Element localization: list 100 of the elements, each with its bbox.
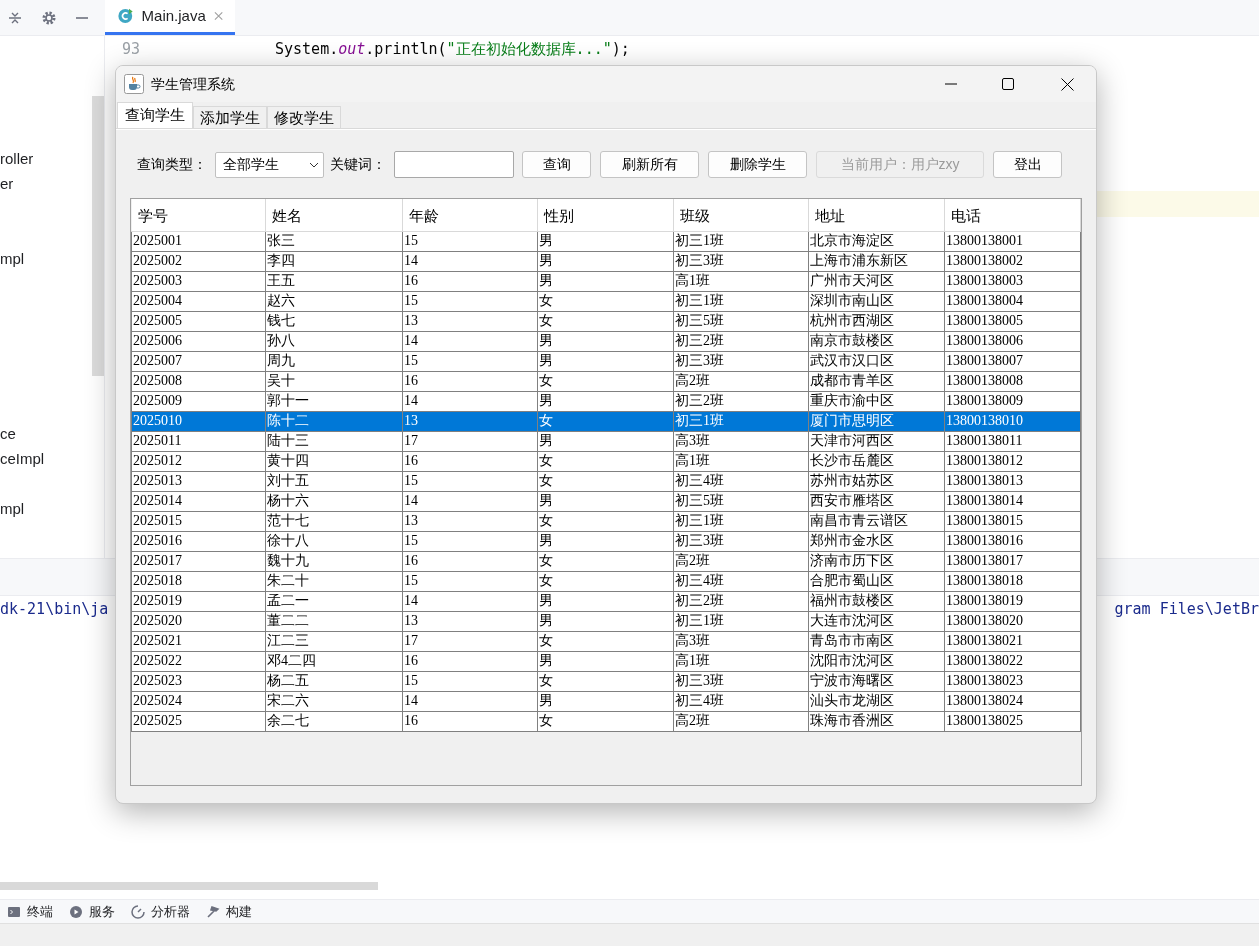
hammer-icon[interactable]: [206, 904, 220, 919]
query-type-dropdown[interactable]: 全部学生: [215, 151, 324, 178]
table-cell: 2025005: [131, 311, 266, 331]
table-row[interactable]: 2025008 吴十 16 女 高2班 成都市青羊区 13800138008: [131, 371, 1081, 391]
table-cell: 13800138002: [944, 251, 1081, 271]
class-icon: [117, 7, 134, 25]
table-cell: 13: [402, 311, 538, 331]
editor-tab[interactable]: Main.java: [105, 0, 235, 35]
table-cell: 15: [402, 571, 538, 591]
table-cell: 初三2班: [673, 591, 809, 611]
settings-icon[interactable]: [41, 9, 57, 26]
table-cell: 16: [402, 371, 538, 391]
table-row[interactable]: 2025006 孙八 14 男 初三2班 南京市鼓楼区 13800138006: [131, 331, 1081, 351]
table-row[interactable]: 2025018 朱二十 15 女 初三4班 合肥市蜀山区 13800138018: [131, 571, 1081, 591]
current-user-field: 当前用户：用户zxy: [816, 151, 984, 178]
scrollbar[interactable]: [92, 96, 104, 376]
table-row[interactable]: 2025011 陆十三 17 男 高3班 天津市河西区 13800138011: [131, 431, 1081, 451]
table-row[interactable]: 2025012 黄十四 16 女 高1班 长沙市岳麓区 13800138012: [131, 451, 1081, 471]
tool-window-button[interactable]: 服务: [89, 901, 115, 922]
table-cell: 郑州市金水区: [808, 531, 945, 551]
toolbar-button[interactable]: 刷新所有: [600, 151, 699, 178]
gauge-icon[interactable]: [131, 904, 145, 919]
table-cell: 13800138017: [944, 551, 1081, 571]
toolbar-button[interactable]: 删除学生: [708, 151, 807, 178]
table-cell: 高1班: [673, 651, 809, 671]
tool-window-button[interactable]: 分析器: [151, 901, 190, 922]
column-header[interactable]: 电话: [944, 199, 1081, 231]
table-cell: 13: [402, 511, 538, 531]
tab[interactable]: 添加学生: [193, 106, 267, 128]
table-row[interactable]: 2025024 宋二六 14 男 初三4班 汕头市龙湖区 13800138024: [131, 691, 1081, 711]
table-row[interactable]: 2025014 杨十六 14 男 初三5班 西安市雁塔区 13800138014: [131, 491, 1081, 511]
table-cell: 长沙市岳麓区: [808, 451, 945, 471]
table-cell: 南京市鼓楼区: [808, 331, 945, 351]
tree-item[interactable]: roller: [0, 146, 92, 171]
tree-item[interactable]: mpl: [0, 246, 92, 271]
table-cell: 初三2班: [673, 391, 809, 411]
logout-button[interactable]: 登出: [993, 151, 1062, 178]
close-icon[interactable]: [1061, 77, 1074, 91]
tree-item[interactable]: er: [0, 171, 92, 196]
table-row[interactable]: 2025004 赵六 15 女 初三1班 深圳市南山区 13800138004: [131, 291, 1081, 311]
table-cell: 13800138003: [944, 271, 1081, 291]
table-row[interactable]: 2025009 郭十一 14 男 初三2班 重庆市渝中区 13800138009: [131, 391, 1081, 411]
field-label: 查询类型：: [137, 155, 207, 174]
table-cell: 初三3班: [673, 351, 809, 371]
cup-icon: [124, 74, 144, 94]
table-row[interactable]: 2025025 余二七 16 女 高2班 珠海市香洲区 13800138025: [131, 711, 1081, 731]
table-row[interactable]: 2025016 徐十八 15 男 初三3班 郑州市金水区 13800138016: [131, 531, 1081, 551]
table-cell: 高1班: [673, 451, 809, 471]
table-row[interactable]: 2025013 刘十五 15 女 初三4班 苏州市姑苏区 13800138013: [131, 471, 1081, 491]
table-row[interactable]: 2025001 张三 15 男 初三1班 北京市海淀区 13800138001: [131, 231, 1081, 251]
table-cell: 15: [402, 351, 538, 371]
table-cell: 宁波市海曙区: [808, 671, 945, 691]
tab[interactable]: 查询学生: [117, 102, 193, 128]
table-row[interactable]: 2025020 董二二 13 男 初三1班 大连市沈河区 13800138020: [131, 611, 1081, 631]
column-header[interactable]: 班级: [673, 199, 809, 231]
tool-window-button[interactable]: 构建: [226, 901, 252, 922]
table-cell: 宋二六: [265, 691, 403, 711]
tree-item[interactable]: mpl: [0, 496, 92, 521]
table-cell: 13800138012: [944, 451, 1081, 471]
line-number: 93: [120, 39, 141, 60]
table-row[interactable]: 2025023 杨二五 15 女 初三3班 宁波市海曙区 13800138023: [131, 671, 1081, 691]
table-row[interactable]: 2025019 孟二一 14 男 初三2班 福州市鼓楼区 13800138019: [131, 591, 1081, 611]
table-cell: 广州市天河区: [808, 271, 945, 291]
table-row[interactable]: 2025007 周九 15 男 初三3班 武汉市汉口区 13800138007: [131, 351, 1081, 371]
column-header[interactable]: 年龄: [402, 199, 538, 231]
table-cell: 13800138020: [944, 611, 1081, 631]
column-header[interactable]: 学号: [131, 199, 266, 231]
table-row[interactable]: 2025010 陈十二 13 女 初三1班 厦门市思明区 13800138010: [131, 411, 1081, 431]
table-cell: 初三1班: [673, 411, 809, 431]
table-row[interactable]: 2025002 李四 14 男 初三3班 上海市浦东新区 13800138002: [131, 251, 1081, 271]
tree-item[interactable]: ce: [0, 421, 92, 446]
table-row[interactable]: 2025017 魏十九 16 女 高2班 济南市历下区 13800138017: [131, 551, 1081, 571]
table-cell: 14: [402, 691, 538, 711]
table-cell: 女: [537, 511, 674, 531]
terminal-icon[interactable]: [7, 904, 21, 919]
play-icon[interactable]: [69, 904, 83, 919]
table-row[interactable]: 2025005 钱七 13 女 初三5班 杭州市西湖区 13800138005: [131, 311, 1081, 331]
keyword-field[interactable]: [394, 151, 514, 178]
table-cell: 15: [402, 291, 538, 311]
table-row[interactable]: 2025021 江二三 17 女 高3班 青岛市市南区 13800138021: [131, 631, 1081, 651]
table-row[interactable]: 2025022 邓4二四 16 男 高1班 沈阳市沈河区 13800138022: [131, 651, 1081, 671]
maximize-icon[interactable]: [1002, 78, 1014, 90]
column-header[interactable]: 地址: [808, 199, 945, 231]
tab[interactable]: 修改学生: [267, 106, 341, 128]
table-cell: 2025021: [131, 631, 266, 651]
scrollbar[interactable]: [0, 882, 378, 890]
tool-window-button[interactable]: 终端: [27, 901, 53, 922]
table-cell: 杨二五: [265, 671, 403, 691]
tree-item[interactable]: ceImpl: [0, 446, 92, 471]
table-row[interactable]: 2025015 范十七 13 女 初三1班 南昌市青云谱区 13800138015: [131, 511, 1081, 531]
table-cell: 2025017: [131, 551, 266, 571]
table-cell: 周九: [265, 351, 403, 371]
column-header[interactable]: 姓名: [265, 199, 403, 231]
toolbar-button[interactable]: 查询: [522, 151, 591, 178]
table-cell: 初三3班: [673, 251, 809, 271]
table-cell: 朱二十: [265, 571, 403, 591]
table-row[interactable]: 2025003 王五 16 男 高1班 广州市天河区 13800138003: [131, 271, 1081, 291]
table-cell: 西安市雁塔区: [808, 491, 945, 511]
column-header[interactable]: 性别: [537, 199, 674, 231]
table-cell: 2025001: [131, 231, 266, 251]
